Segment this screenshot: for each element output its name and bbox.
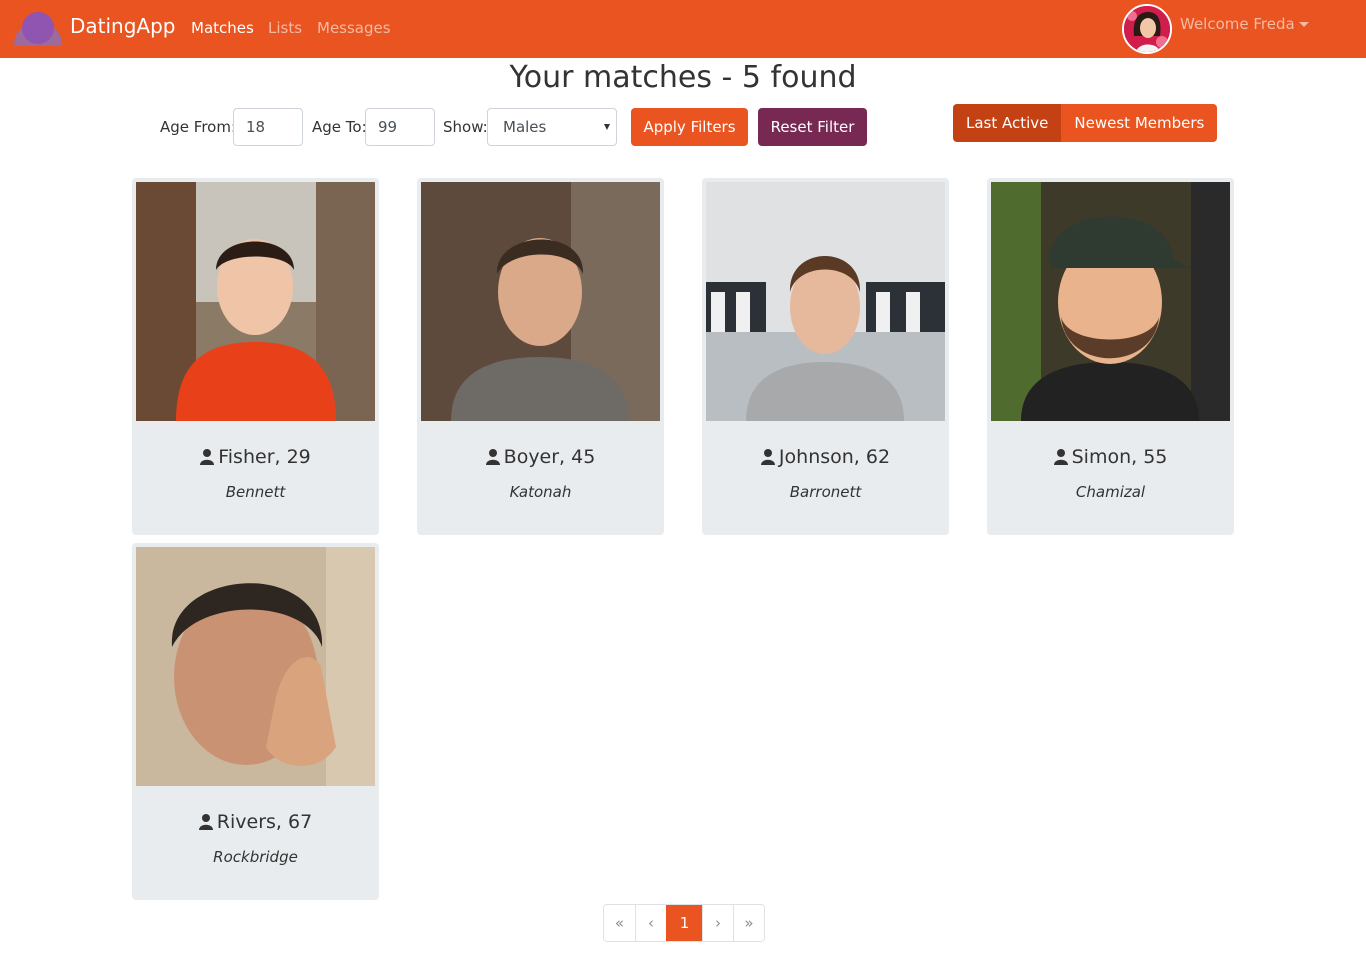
member-city: Chamizal xyxy=(1075,483,1146,501)
member-city: Katonah xyxy=(509,483,572,501)
member-card[interactable]: Boyer, 45 Katonah xyxy=(417,178,664,535)
pagination: « ‹ 1 › » xyxy=(603,904,765,942)
member-name-text: Boyer, 45 xyxy=(503,446,596,468)
member-city: Rockbridge xyxy=(213,848,298,866)
gender-select-value: Males xyxy=(503,118,547,136)
member-city: Bennett xyxy=(225,483,286,501)
member-name-text: Rivers, 67 xyxy=(216,811,313,833)
user-icon xyxy=(200,449,215,465)
age-from-input[interactable]: 18 xyxy=(233,108,303,146)
sort-button-group: Last Active Newest Members xyxy=(953,104,1218,142)
pagination-first[interactable]: « xyxy=(604,905,635,941)
user-icon xyxy=(760,449,775,465)
member-photo[interactable] xyxy=(136,547,375,786)
user-icon xyxy=(485,449,500,465)
member-card[interactable]: Rivers, 67 Rockbridge xyxy=(132,543,379,900)
member-name: Fisher, 29 xyxy=(132,446,379,468)
user-icon xyxy=(198,814,213,830)
member-name: Rivers, 67 xyxy=(132,811,379,833)
user-icon xyxy=(1053,449,1068,465)
member-name: Simon, 55 xyxy=(987,446,1234,468)
user-menu-toggle[interactable]: Welcome Freda xyxy=(1180,15,1309,33)
member-name-text: Simon, 55 xyxy=(1071,446,1168,468)
member-name: Boyer, 45 xyxy=(417,446,664,468)
gender-select[interactable]: Males xyxy=(487,108,617,146)
sort-last-active-button[interactable]: Last Active xyxy=(953,104,1062,142)
logo-icon[interactable] xyxy=(12,10,64,48)
apply-filters-button[interactable]: Apply Filters xyxy=(631,108,748,146)
member-photo[interactable] xyxy=(421,182,660,421)
member-photo[interactable] xyxy=(136,182,375,421)
welcome-text: Welcome Freda xyxy=(1180,15,1295,33)
member-name-text: Johnson, 62 xyxy=(778,446,891,468)
chevron-down-icon xyxy=(1298,22,1309,27)
nav-messages[interactable]: Messages xyxy=(317,19,391,37)
member-name: Johnson, 62 xyxy=(702,446,949,468)
age-to-input[interactable]: 99 xyxy=(365,108,435,146)
user-avatar[interactable] xyxy=(1122,4,1172,54)
sort-newest-members-button[interactable]: Newest Members xyxy=(1061,104,1218,142)
page-title: Your matches - 5 found xyxy=(509,60,857,95)
age-from-label: Age From: xyxy=(160,118,236,136)
member-card[interactable]: Fisher, 29 Bennett xyxy=(132,178,379,535)
member-photo[interactable] xyxy=(991,182,1230,421)
pagination-next[interactable]: › xyxy=(702,905,733,941)
pagination-last[interactable]: » xyxy=(733,905,764,941)
member-city: Barronett xyxy=(789,483,862,501)
reset-filter-button[interactable]: Reset Filter xyxy=(758,108,867,146)
show-label: Show: xyxy=(443,118,488,136)
nav-matches[interactable]: Matches xyxy=(191,19,254,37)
navbar: DatingApp Matches Lists Messages Welcome… xyxy=(0,0,1366,58)
member-card[interactable]: Simon, 55 Chamizal xyxy=(987,178,1234,535)
nav-lists[interactable]: Lists xyxy=(268,19,302,37)
brand-link[interactable]: DatingApp xyxy=(70,14,176,38)
member-card[interactable]: Johnson, 62 Barronett xyxy=(702,178,949,535)
age-to-label: Age To: xyxy=(312,118,367,136)
member-name-text: Fisher, 29 xyxy=(218,446,311,468)
pagination-page-1[interactable]: 1 xyxy=(666,905,702,941)
select-arrow-icon xyxy=(604,124,610,130)
pagination-prev[interactable]: ‹ xyxy=(635,905,666,941)
member-photo[interactable] xyxy=(706,182,945,421)
